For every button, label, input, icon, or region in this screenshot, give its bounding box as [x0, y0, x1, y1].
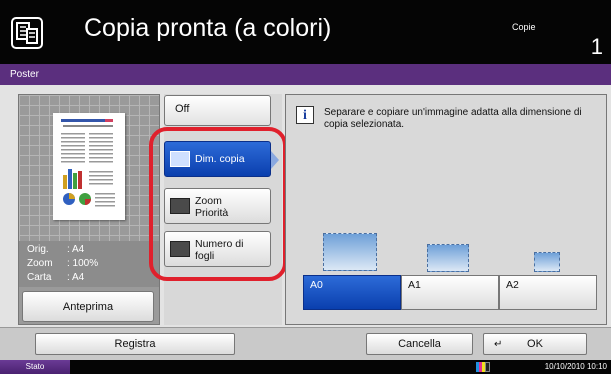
enter-icon: ↵ [494, 339, 503, 350]
page-title: Copia pronta (a colori) [84, 14, 332, 42]
toner-icon [476, 362, 490, 372]
off-button[interactable]: Off [164, 95, 271, 126]
preview-panel: Orig.: A4 Zoom: 100% Carta: A4 Anteprima [18, 94, 160, 325]
preview-page [53, 113, 125, 220]
document-copy-icon [11, 17, 43, 49]
size-a1-button[interactable]: A1 [401, 275, 499, 310]
copies-count: 1 [590, 34, 603, 59]
copies-label: Copie [512, 22, 536, 32]
status-button[interactable]: Stato [0, 360, 70, 374]
registra-button[interactable]: Registra [35, 333, 235, 355]
section-bar: Poster [0, 64, 611, 85]
cancella-button[interactable]: Cancella [366, 333, 473, 355]
preview-info: Orig.: A4 Zoom: 100% Carta: A4 [19, 241, 159, 287]
highlight-ring [149, 127, 287, 281]
ok-button[interactable]: ↵ OK [483, 333, 587, 355]
carta-row: Carta: A4 [27, 272, 85, 283]
datetime: 10/10/2010 10:10 [544, 362, 607, 371]
size-a0-button[interactable]: A0 [303, 275, 401, 310]
a1-thumbnail [427, 244, 469, 272]
a2-thumbnail [534, 252, 560, 272]
a0-thumbnail [323, 233, 377, 271]
preview-button[interactable]: Anteprima [22, 291, 154, 322]
description-text: Separare e copiare un'immagine adatta al… [324, 107, 582, 130]
header: Copia pronta (a colori) Copie 1 [0, 0, 611, 64]
section-title: Poster [10, 69, 39, 80]
orig-row: Orig.: A4 [27, 244, 85, 255]
zoom-row: Zoom: 100% [27, 258, 99, 269]
info-icon: i [296, 106, 314, 124]
size-a2-button[interactable]: A2 [499, 275, 597, 310]
preview-grid [19, 95, 159, 241]
status-bar: Stato 10/10/2010 10:10 [0, 360, 611, 374]
